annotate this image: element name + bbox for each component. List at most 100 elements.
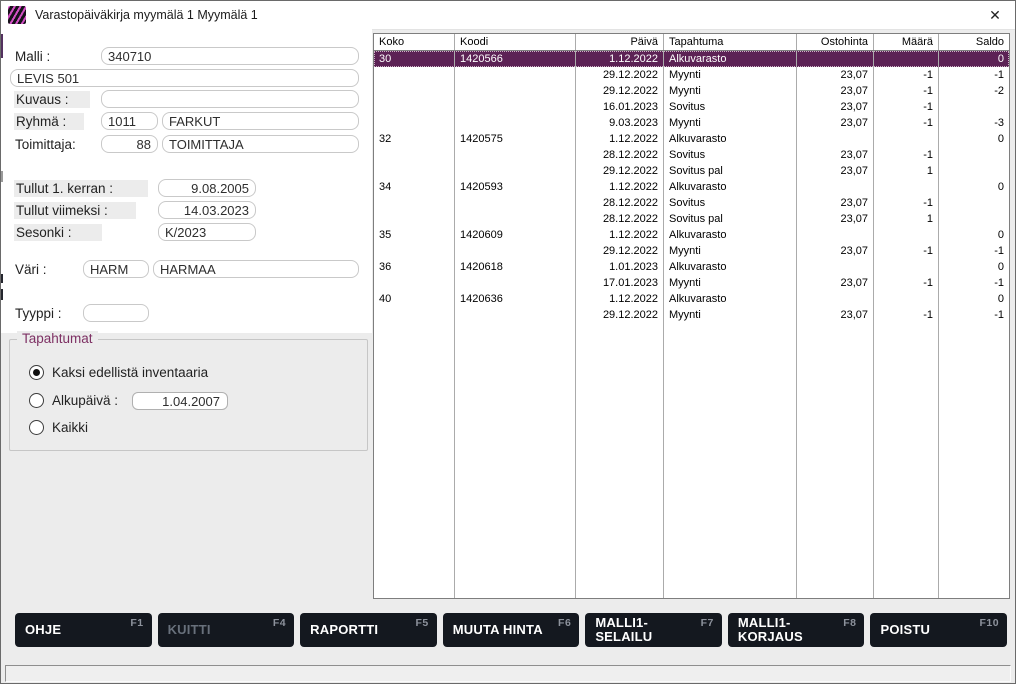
column-header-päivä[interactable]: Päivä <box>576 34 664 50</box>
table-cell <box>455 307 576 323</box>
table-cell <box>455 211 576 227</box>
radio-kaksi-edellista[interactable]: Kaksi edellistä inventaaria <box>29 364 208 380</box>
tyyppi-label: Tyyppi : <box>15 305 62 322</box>
kuvaus-field[interactable] <box>101 90 359 108</box>
tullut-ensimmainen-label: Tullut 1. kerran : <box>14 180 148 197</box>
table-cell: 29.12.2022 <box>576 307 664 323</box>
column-header-määrä[interactable]: Määrä <box>874 34 939 50</box>
table-cell: 1 <box>874 163 939 179</box>
table-cell: 23,07 <box>797 83 874 99</box>
table-cell: Sovitus <box>664 99 797 115</box>
table-cell: -1 <box>874 67 939 83</box>
footer-button-label: POISTU <box>880 623 930 637</box>
tullut-viimeksi-field[interactable]: 14.03.2023 <box>158 201 256 219</box>
table-cell <box>797 291 874 307</box>
table-row[interactable]: 28.12.2022Sovitus23,07-1 <box>374 195 1009 211</box>
alkupaiva-date-field[interactable]: 1.04.2007 <box>132 392 228 410</box>
vari-code-field[interactable]: HARM <box>83 260 149 278</box>
table-cell <box>797 227 874 243</box>
malli-field[interactable]: 340710 <box>101 47 359 65</box>
table-cell: 23,07 <box>797 307 874 323</box>
toimittaja-code-field[interactable]: 88 <box>101 135 158 153</box>
table-row[interactable]: 3214205751.12.2022Alkuvarasto0 <box>374 131 1009 147</box>
table-cell <box>939 195 1009 211</box>
table-cell <box>455 163 576 179</box>
radio-icon[interactable] <box>29 365 44 380</box>
vari-name-field[interactable]: HARMAA <box>153 260 359 278</box>
table-cell: -1 <box>874 275 939 291</box>
table-row[interactable]: 29.12.2022Myynti23,07-1-2 <box>374 83 1009 99</box>
table-cell <box>874 51 939 67</box>
table-row[interactable]: 29.12.2022Myynti23,07-1-1 <box>374 243 1009 259</box>
table-cell: 1.12.2022 <box>576 291 664 307</box>
table-cell: -1 <box>874 99 939 115</box>
table-cell <box>374 275 455 291</box>
footer-button-label: RAPORTTI <box>310 623 378 637</box>
table-cell: 0 <box>939 179 1009 195</box>
footer-button-kuitti[interactable]: KUITTIF4 <box>158 613 295 647</box>
table-cell <box>874 259 939 275</box>
background-window-sliver <box>1 171 3 182</box>
tullut-ensimmainen-field[interactable]: 9.08.2005 <box>158 179 256 197</box>
table-cell <box>374 83 455 99</box>
table-cell: -1 <box>874 307 939 323</box>
table-cell: 9.03.2023 <box>576 115 664 131</box>
table-cell: 1.12.2022 <box>576 179 664 195</box>
table-cell: 1420593 <box>455 179 576 195</box>
table-cell <box>455 67 576 83</box>
function-key-label: F4 <box>273 617 286 629</box>
footer-button-poistu[interactable]: POISTUF10 <box>870 613 1007 647</box>
table-cell <box>939 147 1009 163</box>
column-header-tapahtuma[interactable]: Tapahtuma <box>664 34 797 50</box>
table-row[interactable]: 28.12.2022Sovitus23,07-1 <box>374 147 1009 163</box>
table-row[interactable]: 16.01.2023Sovitus23,07-1 <box>374 99 1009 115</box>
column-header-koodi[interactable]: Koodi <box>455 34 576 50</box>
background-window-sliver <box>1 34 3 58</box>
table-cell: -1 <box>939 67 1009 83</box>
malli-name-field[interactable]: LEVIS 501 <box>10 69 359 87</box>
vari-label: Väri : <box>15 261 47 278</box>
background-window-sliver <box>1 289 3 300</box>
table-row[interactable]: 3514206091.12.2022Alkuvarasto0 <box>374 227 1009 243</box>
table-cell: Alkuvarasto <box>664 131 797 147</box>
table-cell: -1 <box>874 83 939 99</box>
table-cell: 23,07 <box>797 147 874 163</box>
close-icon[interactable]: ✕ <box>986 6 1004 24</box>
table-row[interactable]: 4014206361.12.2022Alkuvarasto0 <box>374 291 1009 307</box>
radio-alkupaiva[interactable]: Alkupäivä : <box>29 392 118 408</box>
footer-button-muuta-hinta[interactable]: MUUTA HINTAF6 <box>443 613 580 647</box>
table-cell <box>455 99 576 115</box>
table-cell: 23,07 <box>797 99 874 115</box>
table-row[interactable]: 29.12.2022Myynti23,07-1-1 <box>374 67 1009 83</box>
table-row[interactable]: 28.12.2022Sovitus pal23,071 <box>374 211 1009 227</box>
table-cell: 28.12.2022 <box>576 195 664 211</box>
radio-kaikki[interactable]: Kaikki <box>29 419 88 435</box>
radio-icon[interactable] <box>29 393 44 408</box>
table-cell: 23,07 <box>797 211 874 227</box>
table-row[interactable]: 3014205661.12.2022Alkuvarasto0 <box>374 51 1009 67</box>
ryhma-name-field[interactable]: FARKUT <box>162 112 359 130</box>
table-row[interactable]: 3614206181.01.2023Alkuvarasto0 <box>374 259 1009 275</box>
ryhma-code-field[interactable]: 1011 <box>101 112 158 130</box>
footer-button-ohje[interactable]: OHJEF1 <box>15 613 152 647</box>
table-row[interactable]: 29.12.2022Sovitus pal23,071 <box>374 163 1009 179</box>
footer-button-raportti[interactable]: RAPORTTIF5 <box>300 613 437 647</box>
footer-button-malli1-selailu[interactable]: MALLI1- SELAILUF7 <box>585 613 722 647</box>
tapahtumat-title: Tapahtumat <box>17 331 98 346</box>
tyyppi-field[interactable] <box>83 304 149 322</box>
table-row[interactable]: 17.01.2023Myynti23,07-1-1 <box>374 275 1009 291</box>
transactions-table: KokoKoodiPäiväTapahtumaOstohintaMääräSal… <box>373 33 1010 599</box>
column-header-koko[interactable]: Koko <box>374 34 455 50</box>
column-header-saldo[interactable]: Saldo <box>939 34 1009 50</box>
column-header-ostohinta[interactable]: Ostohinta <box>797 34 874 50</box>
table-row[interactable]: 3414205931.12.2022Alkuvarasto0 <box>374 179 1009 195</box>
table-cell: Myynti <box>664 67 797 83</box>
toimittaja-name-field[interactable]: TOIMITTAJA <box>162 135 359 153</box>
footer-button-malli1-korjaus[interactable]: MALLI1- KORJAUSF8 <box>728 613 865 647</box>
table-row[interactable]: 9.03.2023Myynti23,07-1-3 <box>374 115 1009 131</box>
function-key-label: F7 <box>701 617 714 629</box>
table-row[interactable]: 29.12.2022Myynti23,07-1-1 <box>374 307 1009 323</box>
radio-icon[interactable] <box>29 420 44 435</box>
table-cell: Alkuvarasto <box>664 51 797 67</box>
sesonki-field[interactable]: K/2023 <box>158 223 256 241</box>
